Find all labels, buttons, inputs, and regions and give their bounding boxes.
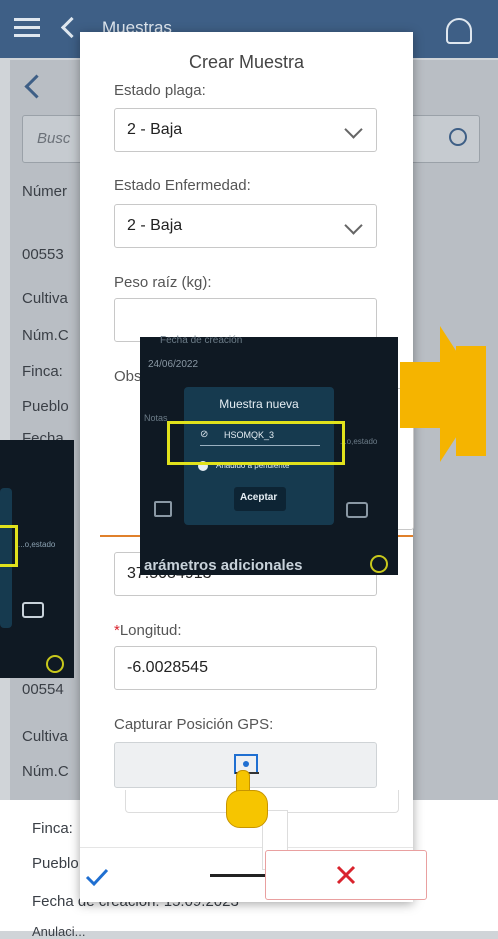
record-field: Pueblo — [22, 398, 69, 415]
chevron-down-icon — [344, 216, 363, 235]
search-placeholder: Busc — [37, 130, 71, 147]
dialog-title: Crear Muestra — [188, 52, 305, 72]
overlay-footer-text: arámetros adicionales — [144, 557, 303, 574]
record-field: Finca: — [32, 820, 73, 837]
left-overlay-screenshot: ...o,estado — [0, 440, 74, 678]
record-field: Cultiva — [22, 290, 68, 307]
record-field: Núm.C — [22, 763, 69, 780]
camera-icon[interactable] — [22, 602, 44, 618]
confirm-button[interactable] — [82, 862, 112, 892]
highlight-box — [0, 525, 18, 567]
field-label: Peso raíz (kg): — [114, 274, 212, 291]
record-field: Finca: — [22, 363, 63, 380]
chevron-down-icon — [344, 120, 363, 139]
pest-state-select[interactable]: 2 - Baja — [114, 108, 377, 152]
accept-label: Aceptar — [240, 492, 278, 503]
field-label: Estado plaga: — [114, 82, 206, 99]
check-icon — [85, 868, 109, 887]
stack-icon — [154, 501, 172, 517]
overlay-text: ...o,estado — [18, 540, 56, 549]
field-label: Estado Enfermedad: — [114, 177, 251, 194]
highlight-box — [167, 421, 345, 465]
accept-button[interactable]: Aceptar — [234, 487, 286, 511]
gps-label: Capturar Posición GPS: — [114, 716, 274, 733]
pointer-hand-icon — [222, 770, 270, 828]
longitude-input[interactable]: -6.0028545 — [114, 646, 377, 690]
camera-icon[interactable] — [346, 502, 368, 518]
overlay-notes: Notas — [144, 413, 168, 423]
record-id[interactable]: 00554 — [22, 681, 64, 698]
disease-state-select[interactable]: 2 - Baja — [114, 204, 377, 248]
record-field: Núm.C — [22, 327, 69, 344]
overlay-header-text: Fecha de creación — [160, 335, 243, 346]
select-value: 2 - Baja — [127, 217, 183, 234]
select-value: 2 - Baja — [127, 121, 183, 138]
add-circle-icon[interactable] — [46, 655, 64, 673]
field-label: Obs — [114, 368, 142, 385]
menu-icon[interactable] — [14, 18, 40, 38]
center-overlay-screenshot: Fecha de creación 24/06/2022 Notas ...o,… — [140, 335, 398, 575]
record-field: Cultiva — [22, 728, 68, 745]
search-icon[interactable] — [449, 128, 467, 146]
longitude-value: -6.0028545 — [127, 659, 208, 676]
partial-text: Anulaci... — [32, 924, 86, 939]
longitude-label-text: Longitud: — [119, 622, 182, 639]
overlay-right-text: ...o,estado — [340, 437, 378, 446]
column-label: Númer — [22, 183, 68, 200]
arrow-shape-fill — [456, 346, 486, 456]
close-icon — [336, 865, 356, 885]
card-title: Muestra nueva — [219, 397, 299, 411]
longitude-label: *Longitud: — [114, 622, 182, 639]
record-id[interactable]: 00553 — [22, 246, 64, 263]
user-settings-icon[interactable] — [446, 18, 472, 44]
cancel-button[interactable] — [265, 850, 427, 900]
add-circle-icon[interactable] — [370, 555, 388, 573]
root-weight-input[interactable] — [114, 298, 377, 342]
dialog-footer-divider — [80, 847, 413, 848]
overlay-date: 24/06/2022 — [148, 359, 199, 370]
record-field: Pueblo — [32, 855, 79, 872]
back-icon[interactable] — [60, 16, 83, 39]
